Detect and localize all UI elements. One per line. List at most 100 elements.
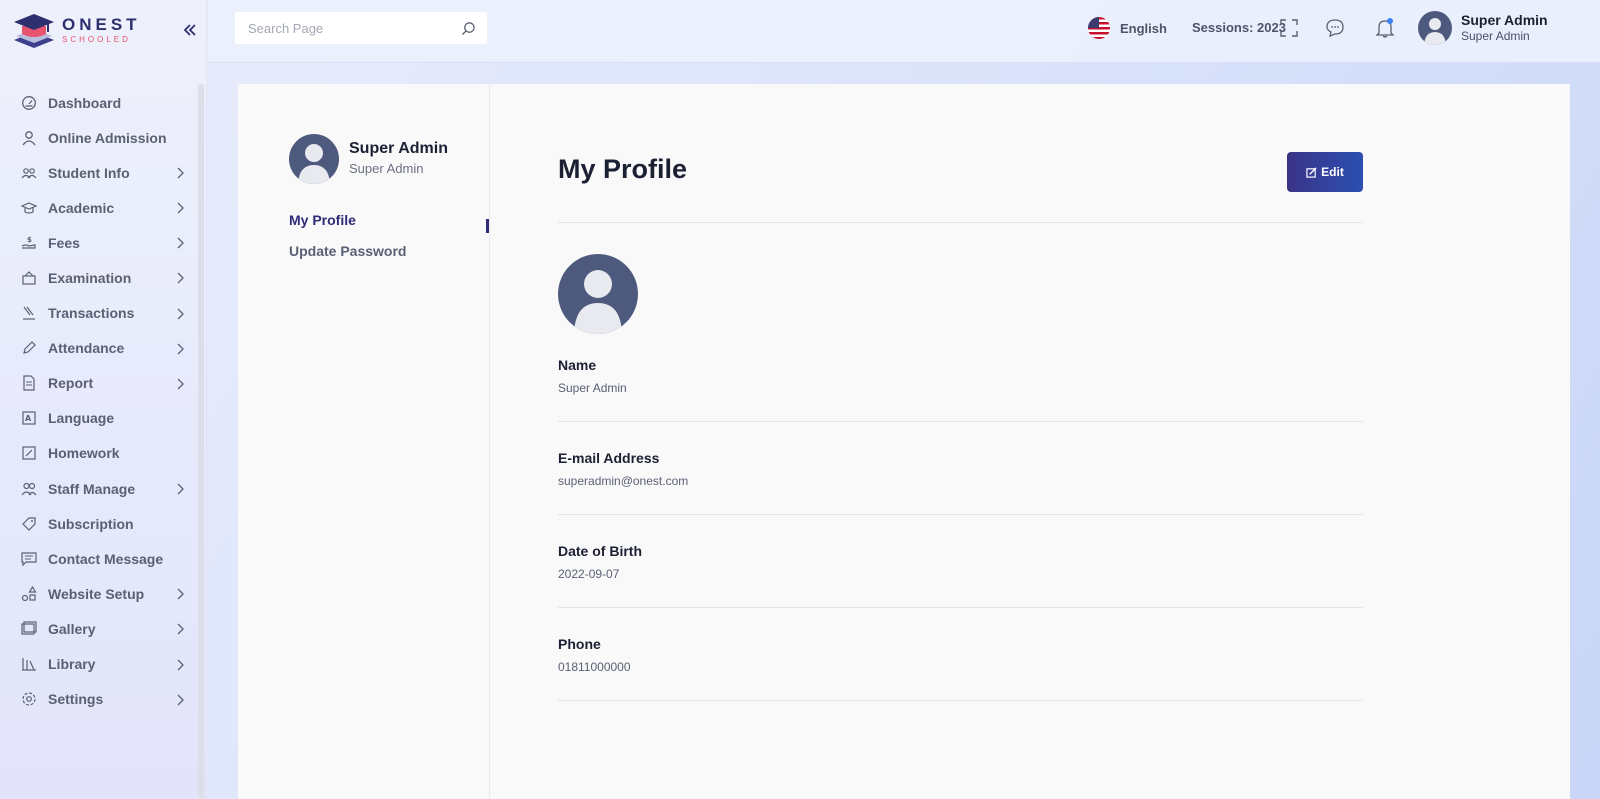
chevron-right-icon <box>177 378 184 390</box>
user-icon <box>21 130 37 146</box>
sidebar-item-label: Settings <box>48 691 104 708</box>
sidebar-item-label: Examination <box>48 270 132 287</box>
sidebar-item-label: Transactions <box>48 305 135 322</box>
dashboard-icon <box>21 95 37 111</box>
library-icon <box>21 656 37 672</box>
language-selector[interactable]: English <box>1088 16 1167 40</box>
sidebar-item-contact-message[interactable]: Contact Message <box>0 541 200 576</box>
profile-card: Super Admin Super Admin My Profile Updat… <box>238 84 1570 799</box>
sidebar-item-label: Homework <box>48 445 120 462</box>
sessions-selector[interactable]: Sessions: 2023 <box>1192 20 1286 35</box>
brand-logo[interactable]: ONEST SCHOOLED <box>12 12 141 48</box>
chevron-right-icon <box>177 273 184 284</box>
sidebar-item-label: Gallery <box>48 620 96 637</box>
sidebar-item-gallery[interactable]: Gallery <box>0 611 200 646</box>
field-value-name: Super Admin <box>558 381 627 395</box>
field-label-phone: Phone <box>558 636 601 652</box>
edit-square-icon <box>21 445 37 461</box>
sidebar-item-report[interactable]: Report <box>0 366 200 401</box>
document-icon <box>21 375 37 391</box>
chat-icon[interactable] <box>1324 17 1346 39</box>
edit-button[interactable]: Edit <box>1287 152 1363 192</box>
sidebar-item-website-setup[interactable]: Website Setup <box>0 576 200 611</box>
field-label-email: E-mail Address <box>558 450 660 466</box>
brand-name: ONEST <box>62 15 141 34</box>
sidebar-item-examination[interactable]: Examination <box>0 260 200 295</box>
sidebar-item-online-admission[interactable]: Online Admission <box>0 120 200 155</box>
sidebar-item-homework[interactable]: Homework <box>0 436 200 471</box>
fullscreen-icon[interactable] <box>1278 17 1300 39</box>
divider <box>558 514 1363 515</box>
svg-text:A: A <box>25 414 32 423</box>
sidebar-item-student-info[interactable]: Student Info <box>0 155 200 190</box>
chevron-right-icon <box>177 237 184 249</box>
sidebar-item-label: Student Info <box>48 164 130 181</box>
sidebar-scrollbar[interactable] <box>198 84 204 799</box>
notification-bell-icon[interactable] <box>1374 17 1396 39</box>
exam-icon <box>21 270 37 286</box>
sidebar-item-subscription[interactable]: Subscription <box>0 506 200 541</box>
sidebar-item-label: Subscription <box>48 515 134 532</box>
chevron-right-icon <box>177 343 184 355</box>
sidebar-item-settings[interactable]: Settings <box>0 682 200 717</box>
sidebar-item-label: Fees <box>48 234 80 251</box>
pen-icon <box>21 340 37 356</box>
avatar <box>1418 11 1452 45</box>
sidebar-item-academic[interactable]: Academic <box>0 190 200 225</box>
brand-tagline: SCHOOLED <box>62 35 131 44</box>
avatar <box>289 134 339 184</box>
search-input[interactable] <box>248 20 453 36</box>
sidebar: ONEST SCHOOLED Dashboard Online Admissio… <box>0 0 207 799</box>
sidebar-item-dashboard[interactable]: Dashboard <box>0 85 200 120</box>
tab-update-password[interactable]: Update Password <box>289 243 406 259</box>
sidebar-item-library[interactable]: Library <box>0 647 200 682</box>
sidebar-item-label: Contact Message <box>48 550 164 567</box>
settings-icon <box>21 691 37 707</box>
language-icon: A <box>21 410 37 426</box>
chevron-right-icon <box>177 202 184 214</box>
sidebar-item-fees[interactable]: $ Fees <box>0 225 200 260</box>
sidebar-item-transactions[interactable]: Transactions <box>0 296 200 331</box>
active-tab-indicator <box>486 219 489 233</box>
chevron-right-icon <box>177 659 184 670</box>
shapes-icon <box>21 585 37 602</box>
collapse-sidebar-button[interactable] <box>181 20 199 40</box>
chevron-right-icon <box>177 483 184 495</box>
sidebar-item-label: Website Setup <box>48 585 145 602</box>
sidebar-item-label: Academic <box>48 199 115 216</box>
chevron-right-icon <box>177 308 184 320</box>
top-header: English Sessions: 2023 Super Admin Super… <box>208 0 1600 63</box>
search-icon[interactable] <box>461 21 476 36</box>
staff-icon <box>21 481 37 497</box>
svg-text:$: $ <box>27 236 32 244</box>
double-chevron-left-icon <box>183 24 196 36</box>
users-icon <box>21 165 37 181</box>
profile-summary: Super Admin Super Admin <box>289 134 448 184</box>
fees-icon: $ <box>21 235 37 251</box>
sidebar-item-label: Staff Manage <box>48 480 136 497</box>
profile-photo <box>558 254 638 334</box>
tab-my-profile[interactable]: My Profile <box>289 212 356 228</box>
sidebar-nav: Dashboard Online Admission Student Info … <box>0 85 200 717</box>
chevron-right-icon <box>177 167 184 179</box>
sidebar-item-language[interactable]: A Language <box>0 401 200 436</box>
page-title: My Profile <box>558 154 688 184</box>
field-value-dob: 2022-09-07 <box>558 567 620 581</box>
divider <box>558 607 1363 608</box>
profile-role: Super Admin <box>349 161 424 176</box>
profile-name: Super Admin <box>349 140 448 157</box>
user-menu[interactable]: Super Admin Super Admin <box>1418 10 1548 46</box>
sidebar-item-label: Language <box>48 410 115 427</box>
search-box <box>234 11 488 45</box>
divider <box>558 421 1363 422</box>
sidebar-item-staff-manage[interactable]: Staff Manage <box>0 471 200 506</box>
sidebar-item-attendance[interactable]: Attendance <box>0 331 200 366</box>
field-value-email: superadmin@onest.com <box>558 474 689 488</box>
message-icon <box>21 551 37 567</box>
chevron-right-icon <box>177 694 184 706</box>
sidebar-item-label: Attendance <box>48 340 125 357</box>
divider <box>558 700 1363 701</box>
chevron-right-icon <box>177 588 184 600</box>
tag-icon <box>21 516 37 532</box>
chevron-right-icon <box>177 623 184 635</box>
